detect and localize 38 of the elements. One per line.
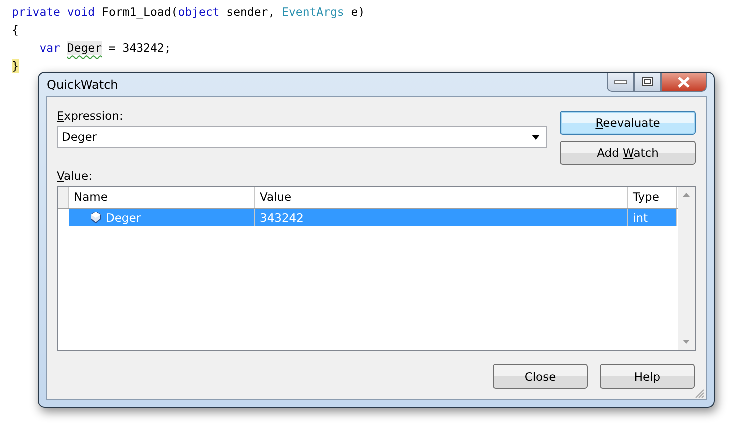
dialog-button[interactable]: Reevaluate <box>560 111 696 135</box>
column-header[interactable]: Type <box>628 187 677 208</box>
table-cell: int <box>628 209 677 226</box>
table-cell: Deger <box>106 210 142 224</box>
maximize-button[interactable] <box>634 73 661 92</box>
code-token: private void <box>12 5 96 19</box>
code-token: { <box>12 23 19 37</box>
resize-grip-icon[interactable] <box>695 389 705 399</box>
window-title: QuickWatch <box>46 78 118 92</box>
close-icon <box>677 76 691 88</box>
scroll-up-icon <box>683 193 690 197</box>
minimize-icon <box>614 79 628 85</box>
expression-combobox[interactable]: Deger <box>57 126 547 148</box>
value-label: Value: <box>57 169 94 183</box>
vertical-scrollbar[interactable] <box>678 187 695 350</box>
maximize-icon <box>642 77 654 87</box>
field-icon <box>91 212 101 223</box>
scroll-down-icon <box>683 340 690 344</box>
minimize-button[interactable] <box>607 73 634 92</box>
code-token: object <box>178 5 220 19</box>
code-token: } <box>12 59 19 73</box>
code-token: = 343242; <box>108 41 172 55</box>
code-token: Form1_Load( <box>101 5 178 19</box>
row-header-corner <box>58 187 69 208</box>
dialog-button[interactable]: Add Watch <box>560 141 696 165</box>
column-header[interactable]: Name <box>69 187 255 208</box>
expression-label: Expression: <box>57 109 124 123</box>
code-token: var <box>38 41 62 55</box>
table-cell: 343242 <box>255 209 628 226</box>
column-header[interactable]: Value <box>255 187 628 208</box>
code-token: sender, <box>226 5 276 19</box>
code-token: Deger <box>67 41 102 55</box>
close-button[interactable] <box>661 73 707 92</box>
dialog-button[interactable]: Help <box>600 364 695 389</box>
dialog-button[interactable]: Close <box>493 364 588 389</box>
code-token: e) <box>350 5 366 19</box>
code-token: EventArgs <box>282 5 344 19</box>
dropdown-caret-icon <box>532 134 540 140</box>
